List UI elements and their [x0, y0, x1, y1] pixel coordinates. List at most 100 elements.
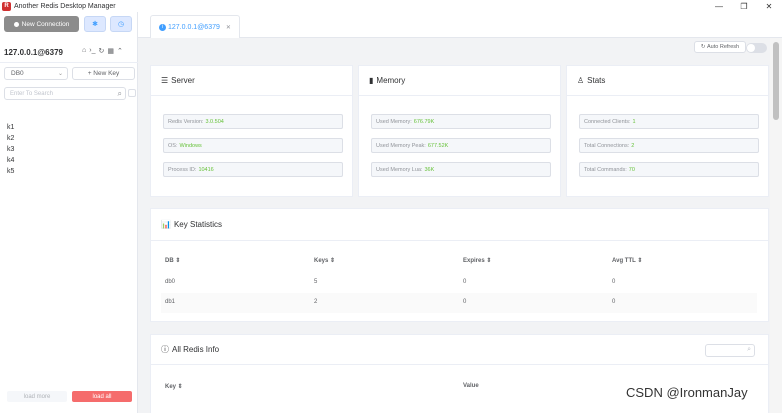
stats-card-header: ♙ Stats — [567, 66, 768, 96]
divider — [0, 62, 138, 63]
new-key-button[interactable]: + New Key — [72, 67, 135, 80]
grid-icon[interactable]: ▦ — [107, 47, 114, 55]
minimize-button[interactable]: — — [708, 0, 730, 12]
list-item[interactable]: k4 — [7, 155, 14, 166]
load-all-button[interactable]: load all — [72, 391, 132, 402]
server-card-header: ☰ Server — [151, 66, 352, 96]
load-more-button[interactable]: load more — [7, 391, 67, 402]
table-cell: db0 — [165, 279, 176, 285]
table-cell: 0 — [463, 279, 467, 285]
field-value: 676.79K — [413, 118, 435, 125]
redis-info-search-input[interactable]: ⌕ — [705, 344, 755, 357]
field-label: Used Memory Peak: — [376, 142, 426, 149]
memory-title: Memory — [376, 76, 406, 85]
field-label: OS: — [168, 142, 178, 149]
status-page: ↻ Auto Refresh ☰ Server Redis Version: 3… — [138, 38, 770, 413]
refresh-icon[interactable]: ↻ — [98, 47, 104, 55]
connection-name[interactable]: 127.0.0.1@6379 — [4, 48, 63, 57]
used-memory-peak-field: Used Memory Peak: 677.52K — [371, 138, 551, 153]
field-value: 70 — [628, 166, 635, 173]
chevron-down-icon: ⌄ — [57, 71, 63, 77]
server-title: Server — [171, 76, 195, 85]
table-cell: 5 — [314, 279, 318, 285]
column-header-label: Expires — [463, 258, 485, 264]
chevron-up-icon[interactable]: ⌃ — [117, 47, 123, 55]
field-label: Used Memory: — [376, 118, 412, 125]
table-row: db1 2 0 0 — [161, 293, 757, 313]
close-window-button[interactable]: ✕ — [758, 0, 780, 12]
home-icon[interactable]: ⌂ — [82, 47, 86, 55]
content-scrollbar[interactable] — [770, 38, 782, 413]
redis-version-field: Redis Version: 3.0.504 — [163, 114, 343, 129]
field-label: Process ID: — [168, 166, 197, 173]
search-icon[interactable]: ⌕ — [118, 89, 122, 99]
column-header-label: Keys — [314, 258, 329, 264]
terminal-icon[interactable]: ›_ — [89, 47, 95, 55]
scrollbar-thumb[interactable] — [773, 42, 779, 120]
new-connection-label: New Connection — [21, 20, 70, 28]
field-value: 677.52K — [427, 142, 449, 149]
field-value: 10416 — [198, 166, 214, 173]
tab-label: 127.0.0.1@6379 — [168, 23, 220, 31]
column-header-keys[interactable]: Keys ⇕ — [314, 257, 335, 264]
field-label: Total Connections: — [584, 142, 630, 149]
gear-icon: ✱ — [92, 21, 98, 28]
info-button[interactable]: ◷ — [110, 16, 132, 32]
table-cell: 2 — [314, 299, 318, 305]
auto-refresh-label: ↻ Auto Refresh — [694, 41, 746, 53]
stats-icon: ♙ — [577, 76, 585, 85]
bar-chart-icon: 📊 — [161, 220, 171, 229]
key-list: k1 k2 k3 k4 k5 — [7, 122, 14, 177]
field-value: 2 — [631, 142, 635, 149]
field-value: Windows — [179, 142, 202, 149]
watermark: CSDN @IronmanJay — [626, 385, 748, 400]
db-select-value: DB0 — [11, 70, 24, 77]
column-header-label: Key — [165, 384, 177, 390]
redis-info-header: ⓘ All Redis Info — [151, 335, 768, 365]
stats-title: Stats — [587, 76, 606, 85]
field-label: Total Commands: — [584, 166, 627, 173]
table-cell: 0 — [612, 279, 616, 285]
memory-icon: ▮ — [369, 76, 374, 85]
field-value: 3.0.504 — [205, 118, 224, 125]
maximize-button[interactable]: ❐ — [733, 0, 755, 12]
list-item[interactable]: k2 — [7, 133, 14, 144]
db-select[interactable]: DB0 ⌄ — [4, 67, 68, 80]
list-item[interactable]: k1 — [7, 122, 14, 133]
connection-actions: ⌂ ›_ ↻ ▦ ⌃ — [82, 47, 123, 55]
clock-icon: ◷ — [117, 21, 125, 28]
column-header-expires[interactable]: Expires ⇕ — [463, 257, 491, 264]
list-item[interactable]: k5 — [7, 166, 14, 177]
os-field: OS: Windows — [163, 138, 343, 153]
stats-card: ♙ Stats Connected Clients: 1 Total Conne… — [566, 65, 769, 197]
info-icon: i — [159, 23, 166, 31]
settings-button[interactable]: ✱ — [84, 16, 106, 32]
column-header-key[interactable]: Key ⇕ — [165, 383, 183, 390]
key-search-input[interactable]: Enter To Search ⌕ — [4, 87, 126, 100]
auto-refresh-text: Auto Refresh — [707, 44, 740, 50]
close-icon[interactable]: ✕ — [226, 24, 231, 31]
server-icon: ☰ — [161, 76, 169, 85]
title-bar: R Another Redis Desktop Manager — ❐ ✕ — [0, 0, 782, 12]
exact-search-checkbox[interactable] — [128, 89, 136, 97]
redis-info-title: All Redis Info — [172, 345, 220, 354]
table-cell: db1 — [165, 299, 176, 305]
info-circle-icon: ⓘ — [161, 345, 169, 354]
plus-circle-icon — [13, 21, 19, 27]
table-row: db0 5 0 0 — [161, 273, 757, 293]
connected-clients-field: Connected Clients: 1 — [579, 114, 759, 129]
key-statistics-title: Key Statistics — [173, 220, 222, 229]
table-cell: 0 — [463, 299, 467, 305]
auto-refresh-toggle[interactable] — [746, 43, 767, 53]
total-connections-field: Total Connections: 2 — [579, 138, 759, 153]
column-header-label: Avg TTL — [612, 258, 636, 264]
server-card: ☰ Server Redis Version: 3.0.504 OS: Wind… — [150, 65, 353, 197]
tab-connection[interactable]: i 127.0.0.1@6379 ✕ — [150, 15, 240, 38]
column-header-avg-ttl[interactable]: Avg TTL ⇕ — [612, 257, 642, 264]
search-placeholder: Enter To Search — [10, 90, 53, 97]
new-connection-button[interactable]: New Connection — [4, 16, 79, 32]
total-commands-field: Total Commands: 70 — [579, 162, 759, 177]
window-title: Another Redis Desktop Manager — [14, 2, 116, 10]
list-item[interactable]: k3 — [7, 144, 14, 155]
column-header-db[interactable]: DB ⇕ — [165, 257, 180, 264]
